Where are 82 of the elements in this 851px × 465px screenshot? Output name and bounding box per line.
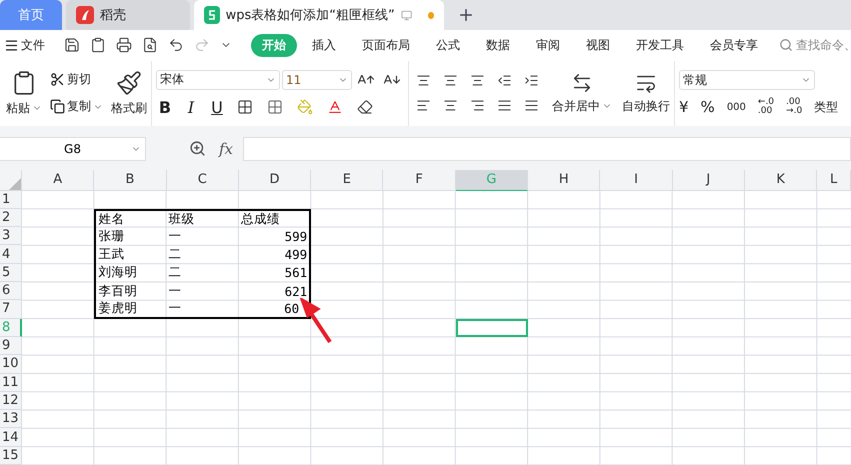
underline-button[interactable]: U [208, 98, 226, 117]
row-header[interactable]: 10 [0, 355, 22, 374]
thousands-button[interactable]: 000 [726, 102, 746, 113]
spreadsheet-logo-icon [204, 6, 220, 24]
number-format-dropdown[interactable]: 常规 [679, 70, 815, 90]
ribbon-tab[interactable]: 开发工具 [625, 34, 695, 57]
corner-triangle-icon [9, 178, 21, 190]
currency-button[interactable]: ¥ [679, 98, 689, 116]
table-cell: 姓名 [94, 208, 167, 228]
ribbon-tab[interactable]: 审阅 [525, 34, 571, 57]
document-tab[interactable]: wps表格如何添加“粗匣框线” [194, 0, 444, 30]
column-header[interactable]: I [600, 170, 673, 191]
wrap-text-button[interactable]: 自动换行 [622, 98, 670, 115]
copy-icon [50, 99, 65, 114]
font-dropdown[interactable]: 宋体 [156, 70, 280, 90]
table-cell-text: 二 [168, 264, 183, 282]
column-header[interactable]: D [238, 170, 312, 191]
increase-decimal-button[interactable]: ←.0 .00 [758, 98, 774, 116]
format-painter-button[interactable]: 格式刷 [111, 100, 147, 117]
row-header[interactable]: 11 [0, 374, 22, 392]
bold-button[interactable]: B [156, 98, 174, 117]
ribbon-tab[interactable]: 数据 [475, 34, 521, 57]
table-cell: 599 [238, 227, 312, 246]
column-header[interactable]: B [94, 170, 167, 191]
column-header[interactable]: L [817, 170, 851, 191]
merge-center-button[interactable]: 合并居中 [552, 98, 612, 115]
document-tab[interactable]: 稻壳 [66, 0, 190, 30]
row-header[interactable]: 7 [0, 300, 22, 319]
ribbon-tab[interactable]: 视图 [575, 34, 621, 57]
menu-icon [4, 38, 19, 53]
cut-button[interactable]: 剪切 [50, 71, 91, 88]
table-cell-text: 二 [168, 245, 183, 264]
italic-button[interactable]: I [182, 98, 200, 117]
command-search-field[interactable]: 查找命令、 [779, 36, 851, 54]
font-size-dropdown[interactable]: 11 [282, 70, 352, 90]
row-header[interactable]: 15 [0, 446, 22, 465]
row-header[interactable]: 6 [0, 282, 22, 300]
type-button[interactable]: 类型 [814, 98, 838, 116]
row-header[interactable]: 13 [0, 410, 22, 428]
column-header[interactable]: F [383, 170, 456, 191]
column-header[interactable]: H [528, 170, 600, 191]
column-header[interactable]: E [311, 170, 384, 191]
column-header[interactable]: J [672, 170, 745, 191]
table-cell: 姜虎明 [94, 300, 167, 319]
table-cell: 班级 [166, 208, 239, 228]
table-cell: 张珊 [94, 227, 167, 246]
row-header[interactable]: 1 [0, 190, 22, 209]
scissors-icon [50, 72, 65, 88]
paste-button[interactable]: 粘贴 [6, 100, 42, 117]
name-box[interactable]: G8 [0, 136, 146, 161]
file-menu[interactable]: 文件 [4, 36, 45, 54]
row-header[interactable]: 3 [0, 227, 22, 246]
table-cell: 总成绩 [238, 208, 312, 228]
row-header[interactable]: 9 [0, 336, 22, 356]
row-header[interactable]: 4 [0, 245, 22, 264]
table-cell-text: 一 [168, 227, 183, 245]
copy-button[interactable]: 复制 [50, 98, 103, 116]
row-header[interactable]: 5 [0, 264, 22, 282]
table-cell: 王武 [94, 245, 167, 264]
row-header[interactable]: 12 [0, 392, 22, 410]
row-header[interactable]: 14 [0, 428, 22, 447]
formula-input[interactable] [243, 136, 851, 161]
percent-button[interactable]: % [700, 98, 715, 116]
ribbon-tab[interactable]: 公式 [425, 34, 471, 57]
table-cell-text: 一 [168, 282, 183, 300]
ribbon-tab[interactable]: 页面布局 [351, 34, 421, 57]
app-logo-icon [76, 6, 94, 24]
column-header[interactable]: A [22, 170, 94, 191]
column-header[interactable]: C [166, 170, 239, 191]
search-icon [779, 38, 793, 52]
decrease-decimal-button[interactable]: .00 →.0 [786, 98, 802, 116]
table-cell: 李百明 [94, 282, 167, 300]
selected-cell[interactable] [456, 318, 528, 337]
table-cell: 499 [238, 245, 312, 264]
table-cell: 561 [238, 264, 312, 282]
row-header[interactable]: 2 [0, 208, 22, 228]
ribbon-tab[interactable]: 插入 [301, 34, 347, 57]
table-cell: 刘海明 [94, 264, 167, 282]
column-header[interactable]: K [744, 170, 818, 191]
ribbon-tab[interactable]: 会员专享 [699, 34, 769, 57]
table-cell: 一 [166, 300, 239, 319]
function-label[interactable]: fx [219, 140, 234, 158]
